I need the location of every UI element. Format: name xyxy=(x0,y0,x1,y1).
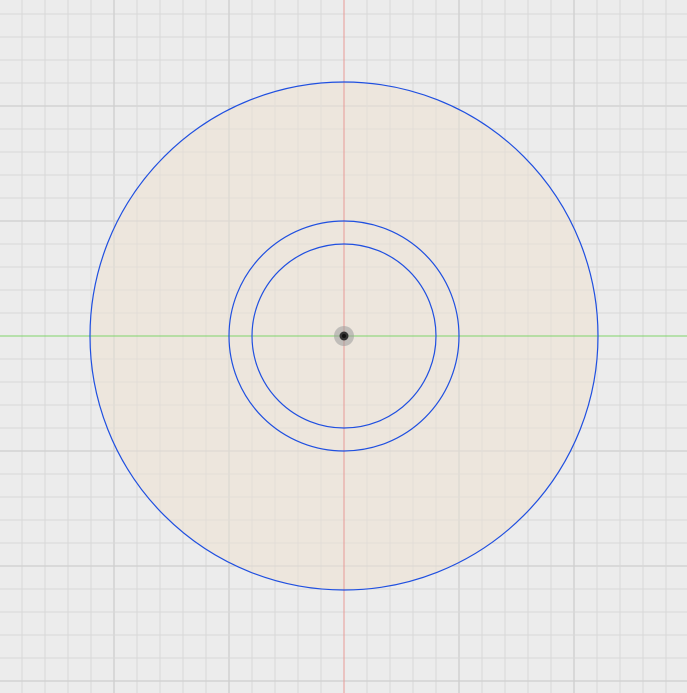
origin-dot xyxy=(342,334,346,338)
origin-point[interactable] xyxy=(334,326,354,346)
sketch-canvas[interactable] xyxy=(0,0,687,693)
